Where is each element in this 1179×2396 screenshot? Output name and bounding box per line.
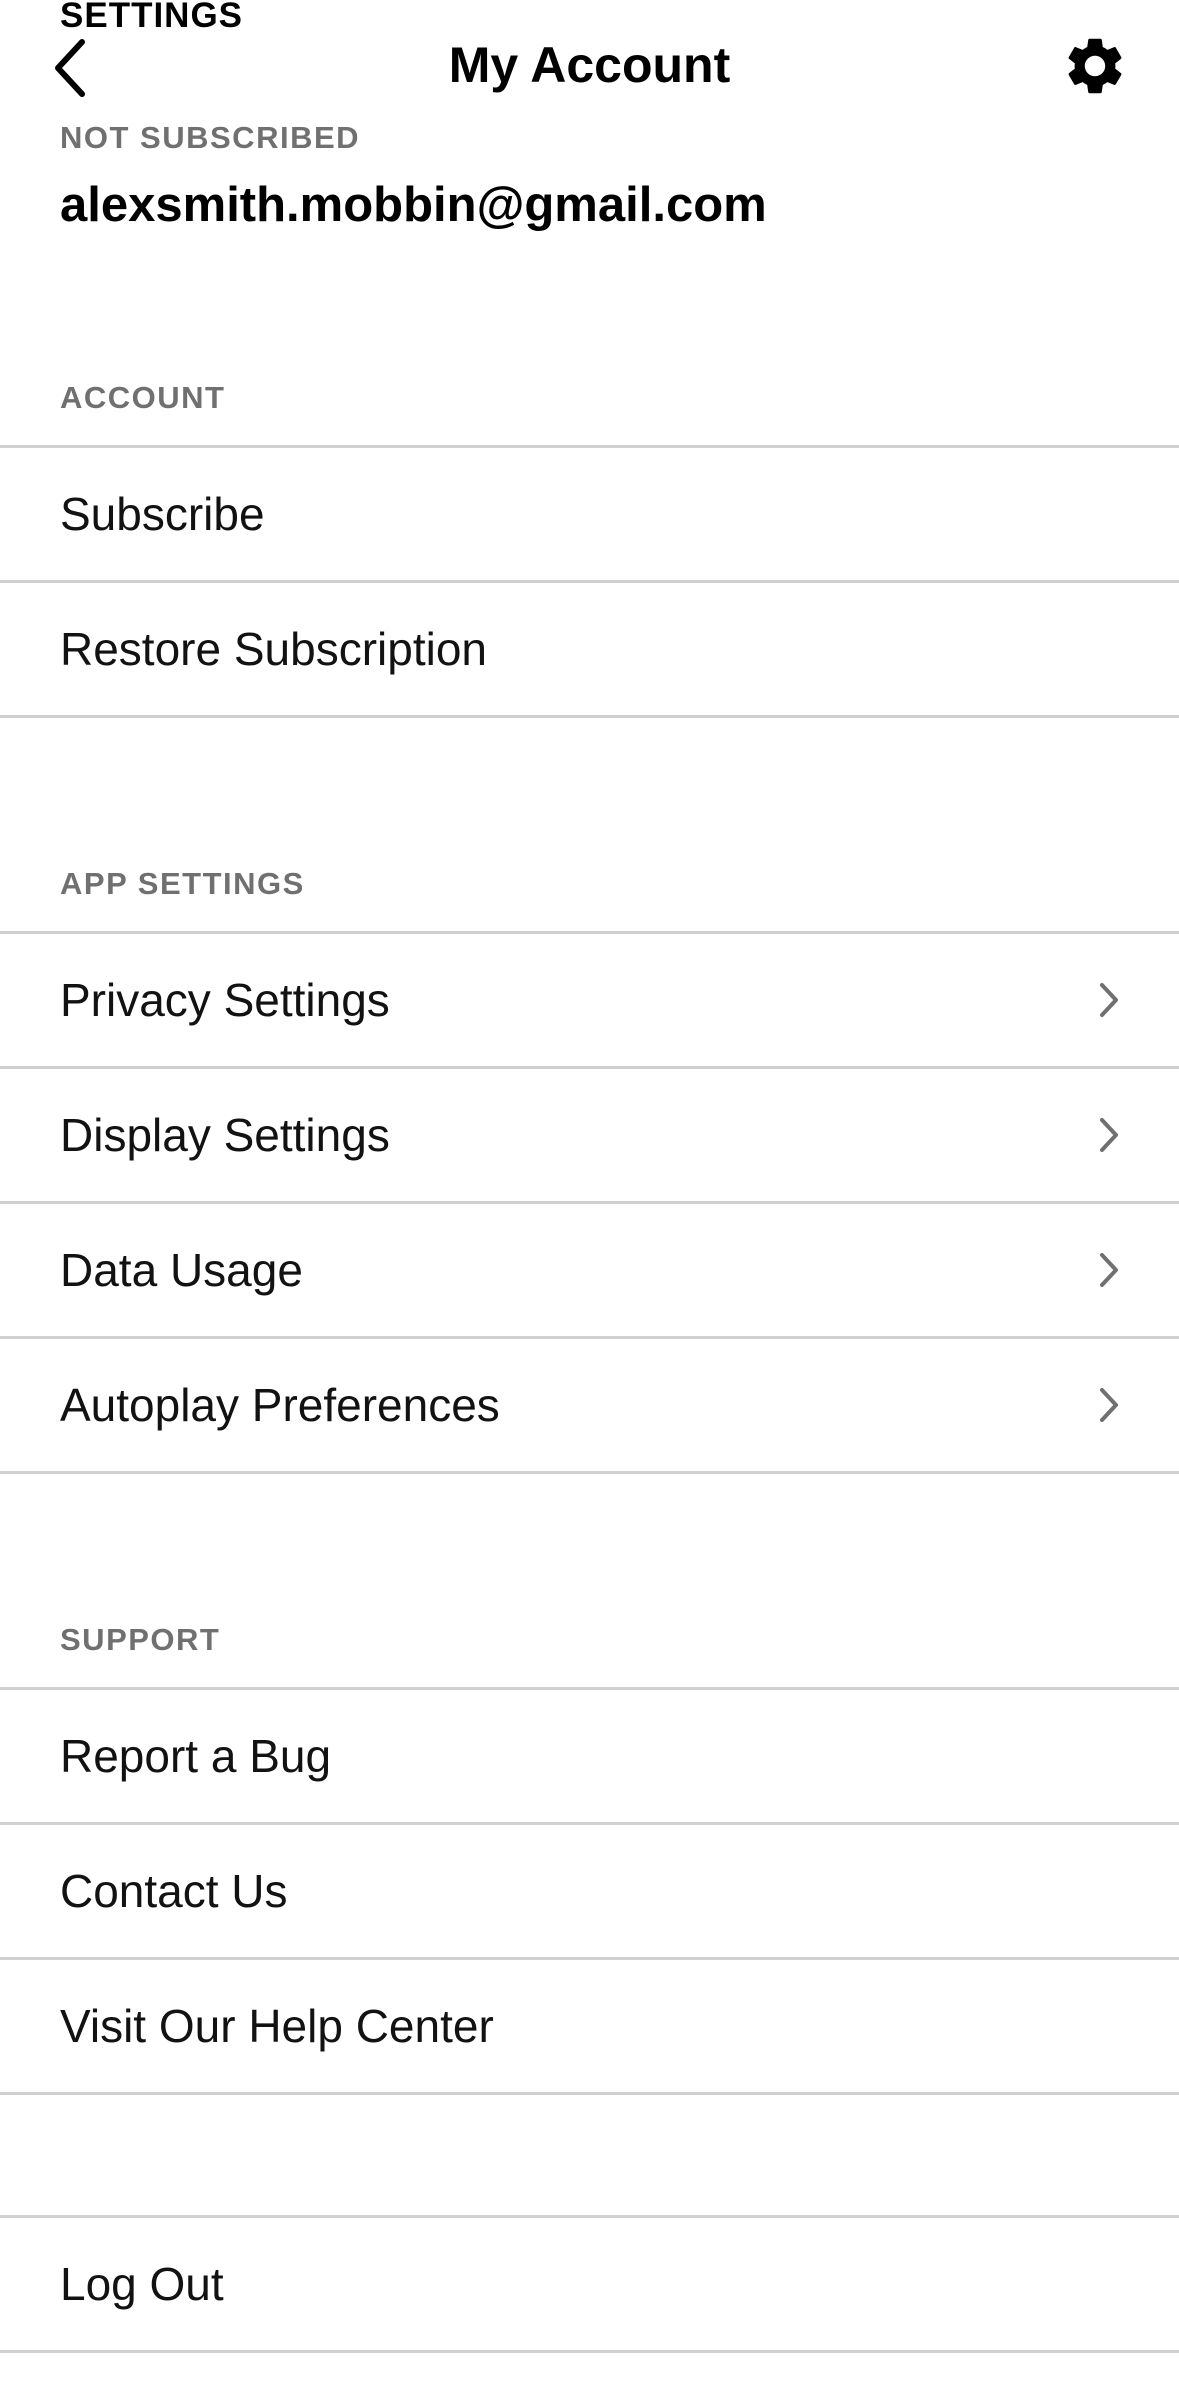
display-settings-row[interactable]: Display Settings bbox=[0, 1069, 1179, 1201]
autoplay-preferences-row[interactable]: Autoplay Preferences bbox=[0, 1339, 1179, 1471]
section-label-account: ACCOUNT bbox=[60, 380, 226, 415]
row-label: Autoplay Preferences bbox=[60, 1379, 500, 1431]
subscribe-row[interactable]: Subscribe bbox=[0, 448, 1179, 580]
chevron-right-icon bbox=[1100, 1388, 1118, 1422]
report-bug-row[interactable]: Report a Bug bbox=[0, 1690, 1179, 1822]
row-label: Restore Subscription bbox=[60, 623, 487, 675]
divider bbox=[0, 2350, 1179, 2353]
chevron-right-icon bbox=[1100, 1118, 1118, 1152]
chevron-right-icon bbox=[1100, 983, 1118, 1017]
row-label: Data Usage bbox=[60, 1244, 303, 1296]
contact-us-row[interactable]: Contact Us bbox=[0, 1825, 1179, 1957]
subscription-status-label: NOT SUBSCRIBED bbox=[60, 120, 361, 155]
account-email: alexsmith.mobbin@gmail.com bbox=[60, 178, 767, 232]
divider bbox=[0, 1471, 1179, 1474]
settings-button[interactable] bbox=[1050, 26, 1140, 106]
row-label: Report a Bug bbox=[60, 1730, 332, 1782]
log-out-row[interactable]: Log Out bbox=[0, 2218, 1179, 2350]
help-center-row[interactable]: Visit Our Help Center bbox=[0, 1960, 1179, 2092]
row-label: Subscribe bbox=[60, 488, 265, 540]
data-usage-row[interactable]: Data Usage bbox=[0, 1204, 1179, 1336]
privacy-settings-row[interactable]: Privacy Settings bbox=[0, 934, 1179, 1066]
restore-subscription-row[interactable]: Restore Subscription bbox=[0, 583, 1179, 715]
gear-icon bbox=[1068, 38, 1122, 94]
row-label: Visit Our Help Center bbox=[60, 2000, 494, 2052]
row-label: Contact Us bbox=[60, 1865, 288, 1917]
row-label: Display Settings bbox=[60, 1109, 390, 1161]
divider bbox=[0, 715, 1179, 718]
divider bbox=[0, 2092, 1179, 2095]
page-title: My Account bbox=[448, 37, 731, 93]
section-label-app-settings: APP SETTINGS bbox=[60, 866, 305, 901]
log-out-label: Log Out bbox=[60, 2258, 224, 2310]
section-label-support: SUPPORT bbox=[60, 1622, 221, 1657]
chevron-right-icon bbox=[1100, 1253, 1118, 1287]
row-label: Privacy Settings bbox=[60, 974, 390, 1026]
